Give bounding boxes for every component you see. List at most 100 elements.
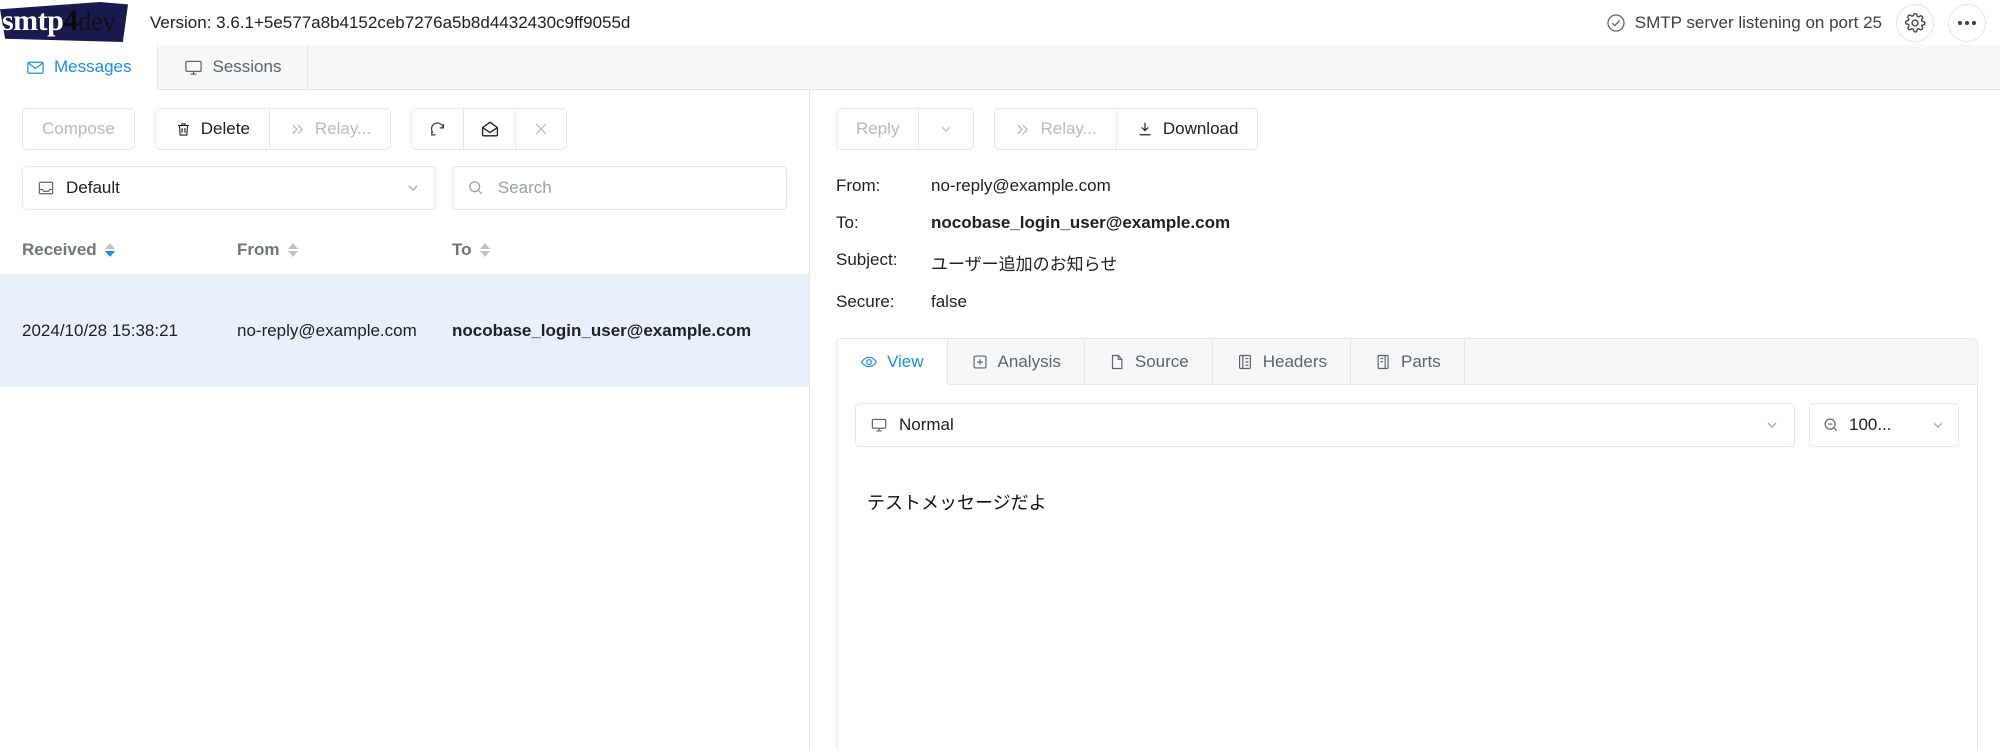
tab-headers[interactable]: Headers <box>1213 339 1351 384</box>
refresh-icon[interactable] <box>411 108 464 150</box>
column-header-to[interactable]: To <box>452 240 787 260</box>
tab-analysis-label: Analysis <box>997 351 1061 371</box>
header-label-from: From: <box>836 176 881 195</box>
cell-from: no-reply@example.com <box>237 321 417 341</box>
view-actions-group <box>411 108 568 150</box>
cell-to: nocobase_login_user@example.com <box>452 321 752 341</box>
compose-button[interactable]: Compose <box>22 108 135 150</box>
tab-source[interactable]: Source <box>1085 339 1213 384</box>
sort-icon-to[interactable] <box>479 243 490 257</box>
download-button[interactable]: Download <box>1115 108 1259 150</box>
column-header-received-label: Received <box>22 240 97 259</box>
zoom-out-icon <box>1822 416 1840 434</box>
inbox-icon <box>37 179 55 197</box>
view-mode-value: Normal <box>899 415 954 434</box>
logo-smtp-text: smtp <box>2 4 64 37</box>
relay-button[interactable]: Relay... <box>268 108 392 150</box>
tab-view[interactable]: View <box>837 339 948 385</box>
tab-messages-label: Messages <box>54 57 132 76</box>
download-icon <box>1136 120 1154 138</box>
message-headers: From: no-reply@example.com To: nocobase_… <box>810 150 2000 312</box>
header-value-subject: ユーザー追加のお知らせ <box>931 255 1118 274</box>
monitor-icon <box>870 416 888 434</box>
message-table: Received From To 2024/10/28 15:38:21 no-… <box>0 240 809 387</box>
view-mode-select[interactable]: Normal <box>855 403 1795 447</box>
delete-button[interactable]: Delete <box>154 108 269 150</box>
close-icon[interactable] <box>515 108 568 150</box>
reply-dropdown-button[interactable] <box>918 108 975 150</box>
header-label-secure: Secure: <box>836 292 895 311</box>
header-label-subject: Subject: <box>836 250 898 269</box>
tab-headers-label: Headers <box>1262 351 1327 371</box>
server-status: SMTP server listening on port 25 <box>1606 13 1882 33</box>
header-value-secure: false <box>931 292 967 311</box>
message-table-header: Received From To <box>0 240 809 275</box>
viewer-bar: Normal 100... <box>837 385 1977 447</box>
message-list-pane: Compose Delete Relay... Default Search R… <box>0 90 810 749</box>
ellipsis-icon[interactable] <box>1948 3 1986 42</box>
trash-icon <box>175 121 192 138</box>
logo-four-text: 4 <box>63 4 78 37</box>
file-icon <box>1108 353 1126 371</box>
search-input[interactable] <box>495 177 772 199</box>
relay-download-group: Relay... Download <box>994 108 1259 150</box>
download-button-label: Download <box>1162 119 1239 138</box>
sort-icon-received[interactable] <box>104 243 115 257</box>
sort-icon-from[interactable] <box>287 243 298 257</box>
relay-button-label: Relay... <box>314 119 372 138</box>
logo-text: smtp4dev <box>2 4 116 38</box>
tab-view-label: View <box>887 351 924 371</box>
monitor-icon <box>184 58 203 77</box>
logo-dev-text: dev <box>77 6 116 36</box>
eye-icon <box>860 353 878 371</box>
delete-relay-group: Delete Relay... <box>154 108 392 150</box>
detail-relay-label: Relay... <box>1040 119 1097 138</box>
list-icon <box>1236 353 1254 371</box>
chevron-down-icon <box>938 121 954 137</box>
mailbox-select-value: Default <box>66 178 120 197</box>
version-label: Version: 3.6.1+5e577a8b4152ceb7276a5b8d4… <box>150 12 631 32</box>
cell-received: 2024/10/28 15:38:21 <box>22 321 178 341</box>
mailbox-select[interactable]: Default <box>22 166 436 210</box>
message-detail-pane: Reply Relay... Download From: no-reply@e… <box>810 90 2000 749</box>
compose-group: Compose <box>22 108 135 150</box>
detail-relay-button[interactable]: Relay... <box>994 108 1116 150</box>
top-bar-right: SMTP server listening on port 25 <box>1606 3 1986 42</box>
column-header-from-label: From <box>237 240 280 259</box>
table-row[interactable]: 2024/10/28 15:38:21 no-reply@example.com… <box>0 275 809 387</box>
tab-parts[interactable]: Parts <box>1351 339 1465 384</box>
column-header-from[interactable]: From <box>237 240 452 260</box>
tab-sessions[interactable]: Sessions <box>158 45 309 89</box>
tab-sessions-label: Sessions <box>212 57 282 76</box>
header-label-to: To: <box>836 213 859 232</box>
server-status-label: SMTP server listening on port 25 <box>1634 12 1882 32</box>
tab-analysis[interactable]: Analysis <box>948 339 1085 384</box>
header-value-from: no-reply@example.com <box>931 176 1111 195</box>
search-icon <box>467 179 485 197</box>
reply-group: Reply <box>836 108 975 150</box>
filter-row: Default <box>0 150 809 210</box>
tab-messages[interactable]: Messages <box>0 45 159 90</box>
reply-button[interactable]: Reply <box>836 108 919 150</box>
chevron-down-icon <box>405 180 421 196</box>
analysis-icon <box>971 353 989 371</box>
relay-icon <box>1014 121 1031 138</box>
delete-button-label: Delete <box>200 119 250 138</box>
detail-toolbar: Reply Relay... Download <box>810 90 2000 150</box>
gear-icon[interactable] <box>1896 3 1934 42</box>
header-value-to: nocobase_login_user@example.com <box>931 213 1231 232</box>
content-split: Compose Delete Relay... Default Search R… <box>0 90 2000 749</box>
message-view-panel: View Analysis Source Headers Parts Norma… <box>836 338 1978 749</box>
message-toolbar: Compose Delete Relay... <box>0 90 809 150</box>
column-header-received[interactable]: Received <box>22 240 237 260</box>
search-box[interactable] <box>451 166 787 210</box>
relay-icon <box>289 121 306 138</box>
top-bar: smtp4dev Version: 3.6.1+5e577a8b4152ceb7… <box>0 0 2000 45</box>
tab-source-label: Source <box>1134 351 1189 371</box>
tab-parts-label: Parts <box>1401 351 1441 371</box>
open-envelope-icon[interactable] <box>463 108 516 150</box>
detail-tabs: View Analysis Source Headers Parts <box>837 339 1977 385</box>
zoom-select[interactable]: 100... <box>1809 403 1959 447</box>
check-circle-icon <box>1606 13 1626 33</box>
parts-icon <box>1374 353 1392 371</box>
